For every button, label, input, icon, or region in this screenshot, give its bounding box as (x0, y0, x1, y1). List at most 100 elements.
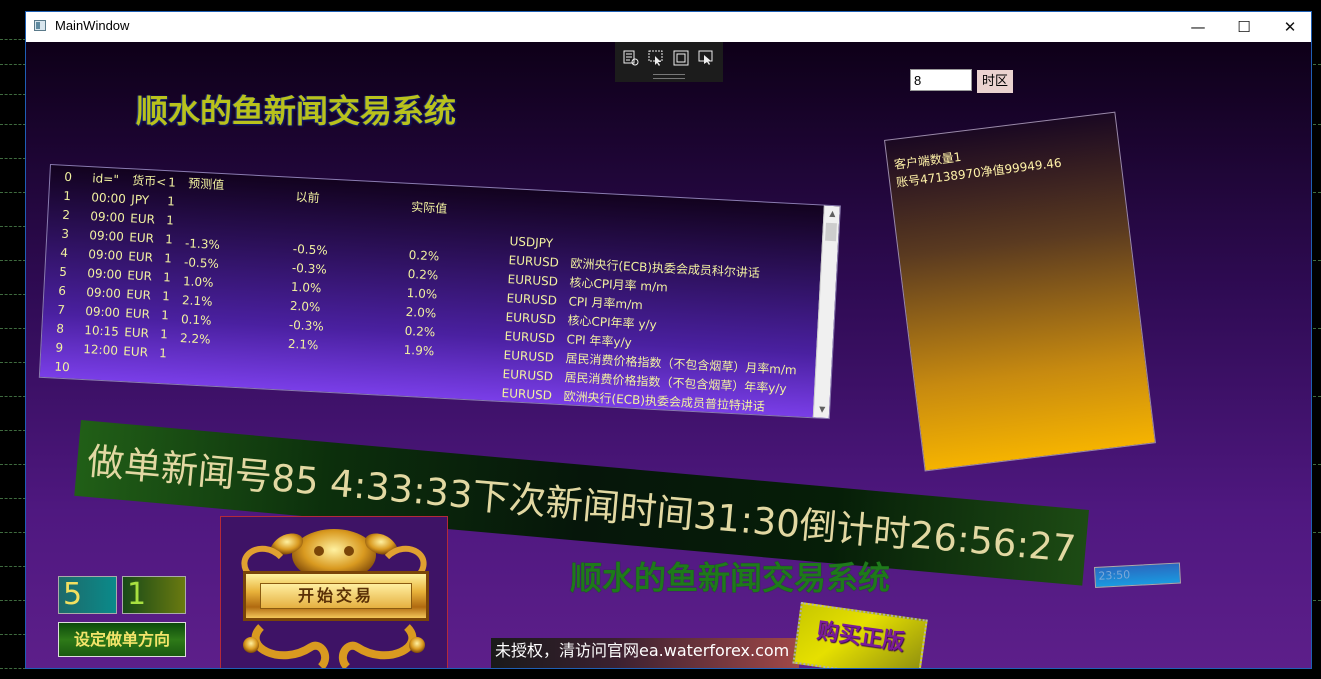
cell-index: 6 (58, 283, 67, 299)
app-title-secondary: 顺水的鱼新闻交易系统 (570, 559, 891, 597)
cell-forecast: 1.0% (182, 274, 214, 290)
display-layout-adorners-icon[interactable] (673, 50, 689, 66)
close-button[interactable]: ✕ (1267, 12, 1311, 42)
timezone-input[interactable] (910, 69, 972, 91)
input-box-1[interactable]: 5 (58, 576, 117, 614)
cell-pair: EURUSD (501, 385, 553, 403)
cell-pair: EURUSD (500, 404, 552, 420)
cell-currency: EUR (125, 287, 152, 303)
cell-event: 核心CPI年率 y/y (567, 313, 657, 332)
cell-index: 10 (54, 359, 71, 375)
cell-event: CPI 年率y/y (566, 332, 633, 350)
cell-actual: 1.9% (403, 342, 435, 359)
app-title: 顺水的鱼新闻交易系统 (136, 92, 457, 130)
cell-forecast: 2.1% (181, 293, 213, 309)
cell-previous: 2.0% (289, 298, 321, 315)
cell-actual: 0.2% (408, 247, 440, 264)
cell-forecast: 2.2% (179, 331, 211, 347)
track-focused-element-icon[interactable] (698, 50, 714, 66)
cell-time: 09:00 (86, 266, 123, 282)
cell-actual: 实际值 (410, 199, 448, 216)
live-tree-icon[interactable] (623, 50, 639, 66)
window-title: MainWindow (55, 18, 130, 33)
client-info-panel: 客户端数量1 账号47138970净值99949.46 (884, 111, 1156, 472)
timezone-button[interactable]: 时区 (977, 70, 1013, 93)
cell-index: 7 (57, 302, 66, 317)
cell-count: 1 (158, 345, 168, 361)
cell-pair: EURUSD (502, 366, 554, 384)
cell-actual: 2.0% (405, 304, 437, 321)
title-bar[interactable]: MainWindow — ☐ ✕ (26, 12, 1311, 42)
cell-time: 00:00 (90, 190, 127, 207)
cell-time: 09:00 (88, 228, 125, 244)
cell-currency: EUR (128, 230, 155, 246)
table-scrollbar[interactable]: ▲ ▼ (812, 205, 841, 419)
cell-time: 09:00 (87, 247, 124, 263)
cell-forecast: -1.3% (184, 236, 221, 252)
cell-currency: EUR (129, 211, 156, 227)
plaque: 开始交易 (243, 571, 429, 621)
cell-pair: EURUSD (506, 291, 558, 308)
cell-time: id=" (91, 171, 120, 187)
minimize-button[interactable]: — (1175, 12, 1221, 42)
unauthorized-notice: 未授权，清访问官网ea.waterforex.com (491, 638, 799, 668)
cell-count: 1 (162, 270, 172, 285)
cell-index: 9 (55, 340, 64, 355)
select-element-icon[interactable] (648, 50, 664, 66)
cell-count: 1 (159, 327, 169, 342)
toolbar-grip[interactable] (653, 74, 685, 79)
cell-index: 0 (63, 169, 73, 185)
cell-currency: EUR (122, 344, 149, 360)
cell-previous: -0.3% (288, 317, 325, 334)
cell-time: 12:00 (82, 342, 119, 358)
cell-count: 1 (167, 175, 177, 190)
scroll-down-icon[interactable]: ▼ (814, 401, 831, 418)
cell-previous: 1.0% (290, 279, 322, 296)
cell-forecast: -0.5% (183, 255, 220, 271)
cell-pair: USDJPY (509, 234, 554, 251)
set-direction-button[interactable]: 设定做单方向 (58, 622, 186, 657)
cell-time: 09:00 (84, 304, 121, 320)
main-window: MainWindow — ☐ ✕ 时区 顺水的鱼新闻交易系统 0id="货币<1… (25, 11, 1312, 669)
cell-index: 8 (56, 321, 65, 336)
buy-button[interactable]: 购买正版 (792, 602, 928, 668)
cell-currency: JPY (130, 192, 150, 208)
cell-count: 1 (166, 194, 176, 209)
cell-previous: -0.3% (291, 260, 328, 277)
cell-time: 09:00 (85, 285, 122, 301)
cell-currency: EUR (126, 268, 153, 284)
scroll-thumb[interactable] (825, 222, 837, 242)
plaque-text: 开始交易 (260, 583, 412, 609)
news-table: 0 id=" 货币< 1 预测值 以前 实际值 1 00:00 JPY 1 USDJPY 2 09:00 E… (38, 164, 841, 420)
cell-event: CPI 月率m/m (568, 294, 644, 313)
cell-index: 1 (62, 188, 72, 204)
cell-pair: EURUSD (505, 310, 557, 327)
cell-pair: EURUSD (508, 253, 560, 270)
cell-actual: 0.2% (404, 323, 436, 340)
cell-index: 3 (61, 226, 70, 242)
cell-currency: EUR (124, 306, 151, 322)
cell-forecast: 预测值 (187, 176, 225, 193)
debug-toolbar (615, 42, 723, 82)
cell-count: 1 (161, 289, 171, 304)
cell-previous: -0.5% (292, 241, 329, 258)
cell-previous: 2.1% (287, 336, 319, 353)
app-icon (34, 20, 46, 31)
cell-count: 1 (163, 251, 173, 266)
cell-index: 2 (61, 207, 71, 223)
cell-index: 5 (59, 264, 68, 280)
scroll-up-icon[interactable]: ▲ (824, 206, 841, 223)
cell-event: 核心CPI月率 m/m (569, 275, 669, 295)
cell-pair: EURUSD (503, 348, 555, 365)
cell-time: 10:15 (83, 323, 120, 339)
maximize-button[interactable]: ☐ (1221, 12, 1267, 42)
cell-actual: 0.2% (407, 266, 439, 283)
cell-currency: EUR (127, 249, 154, 265)
cell-time: 09:00 (89, 209, 126, 225)
cell-index: 4 (60, 245, 69, 261)
start-trading-logo[interactable]: 开始交易 (220, 516, 448, 668)
cell-previous: 以前 (295, 189, 320, 206)
cell-count: 1 (160, 308, 170, 323)
cell-currency: 货币< (131, 173, 167, 190)
input-box-2[interactable]: 1 (122, 576, 186, 614)
